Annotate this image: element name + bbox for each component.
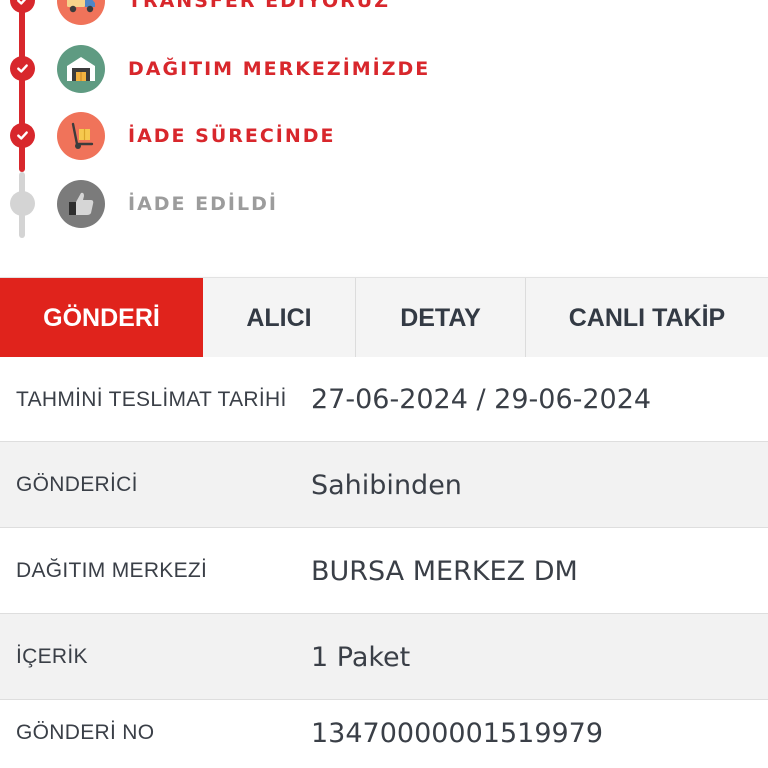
detail-value: 27-06-2024 / 29-06-2024 — [311, 384, 652, 415]
timeline-step-transfer: TRANSFER EDİYORUZ — [0, 0, 768, 27]
timeline-step-return-process: İADE SÜRECİNDE — [0, 110, 768, 162]
warehouse-icon — [57, 45, 105, 93]
tab-detail[interactable]: DETAY — [356, 278, 526, 358]
detail-label: GÖNDERİ NO — [16, 721, 155, 744]
timeline-step-label: TRANSFER EDİYORUZ — [128, 0, 390, 12]
detail-value: Sahibinden — [311, 469, 462, 501]
hand-truck-icon — [57, 112, 105, 160]
tab-shipment[interactable]: GÖNDERİ — [0, 278, 203, 373]
detail-row-estimated-delivery: TAHMİNİ TESLİMAT TARİHİ 27-06-2024 / 29-… — [0, 357, 768, 442]
detail-row-shipment-number: GÖNDERİ NO 13470000001519979 — [0, 700, 768, 768]
shipment-tabs: GÖNDERİ ALICI DETAY CANLI TAKİP — [0, 277, 768, 373]
tab-recipient[interactable]: ALICI — [203, 278, 356, 358]
check-icon — [10, 0, 35, 13]
truck-icon — [57, 0, 105, 25]
timeline-step-returned: İADE EDİLDİ — [0, 178, 768, 230]
thumbs-up-icon — [57, 180, 105, 228]
shipment-details-table: TAHMİNİ TESLİMAT TARİHİ 27-06-2024 / 29-… — [0, 357, 768, 768]
timeline-step-label: İADE SÜRECİNDE — [128, 125, 336, 147]
timeline-step-distribution-center: DAĞITIM MERKEZİMİZDE — [0, 43, 768, 95]
status-timeline: TRANSFER EDİYORUZ DAĞITIM MERKEZİMİZDE İ… — [0, 0, 768, 270]
check-icon — [10, 56, 35, 81]
check-icon — [10, 123, 35, 148]
detail-row-distribution-center: DAĞITIM MERKEZİ BURSA MERKEZ DM — [0, 528, 768, 614]
detail-value: BURSA MERKEZ DM — [311, 555, 578, 587]
detail-label: GÖNDERİCİ — [16, 473, 138, 496]
detail-label: İÇERİK — [16, 645, 88, 668]
tab-live-tracking[interactable]: CANLI TAKİP — [526, 278, 768, 358]
timeline-step-label: DAĞITIM MERKEZİMİZDE — [128, 58, 431, 80]
detail-row-content: İÇERİK 1 Paket — [0, 614, 768, 700]
timeline-step-label: İADE EDİLDİ — [128, 193, 278, 215]
detail-label: TAHMİNİ TESLİMAT TARİHİ — [16, 387, 287, 411]
detail-value: 1 Paket — [311, 641, 411, 673]
detail-value: 13470000001519979 — [311, 717, 604, 749]
shipment-tracking-page: TRANSFER EDİYORUZ DAĞITIM MERKEZİMİZDE İ… — [0, 0, 768, 768]
detail-label: DAĞITIM MERKEZİ — [16, 559, 208, 582]
detail-row-sender: GÖNDERİCİ Sahibinden — [0, 442, 768, 528]
pending-dot-icon — [10, 191, 35, 216]
